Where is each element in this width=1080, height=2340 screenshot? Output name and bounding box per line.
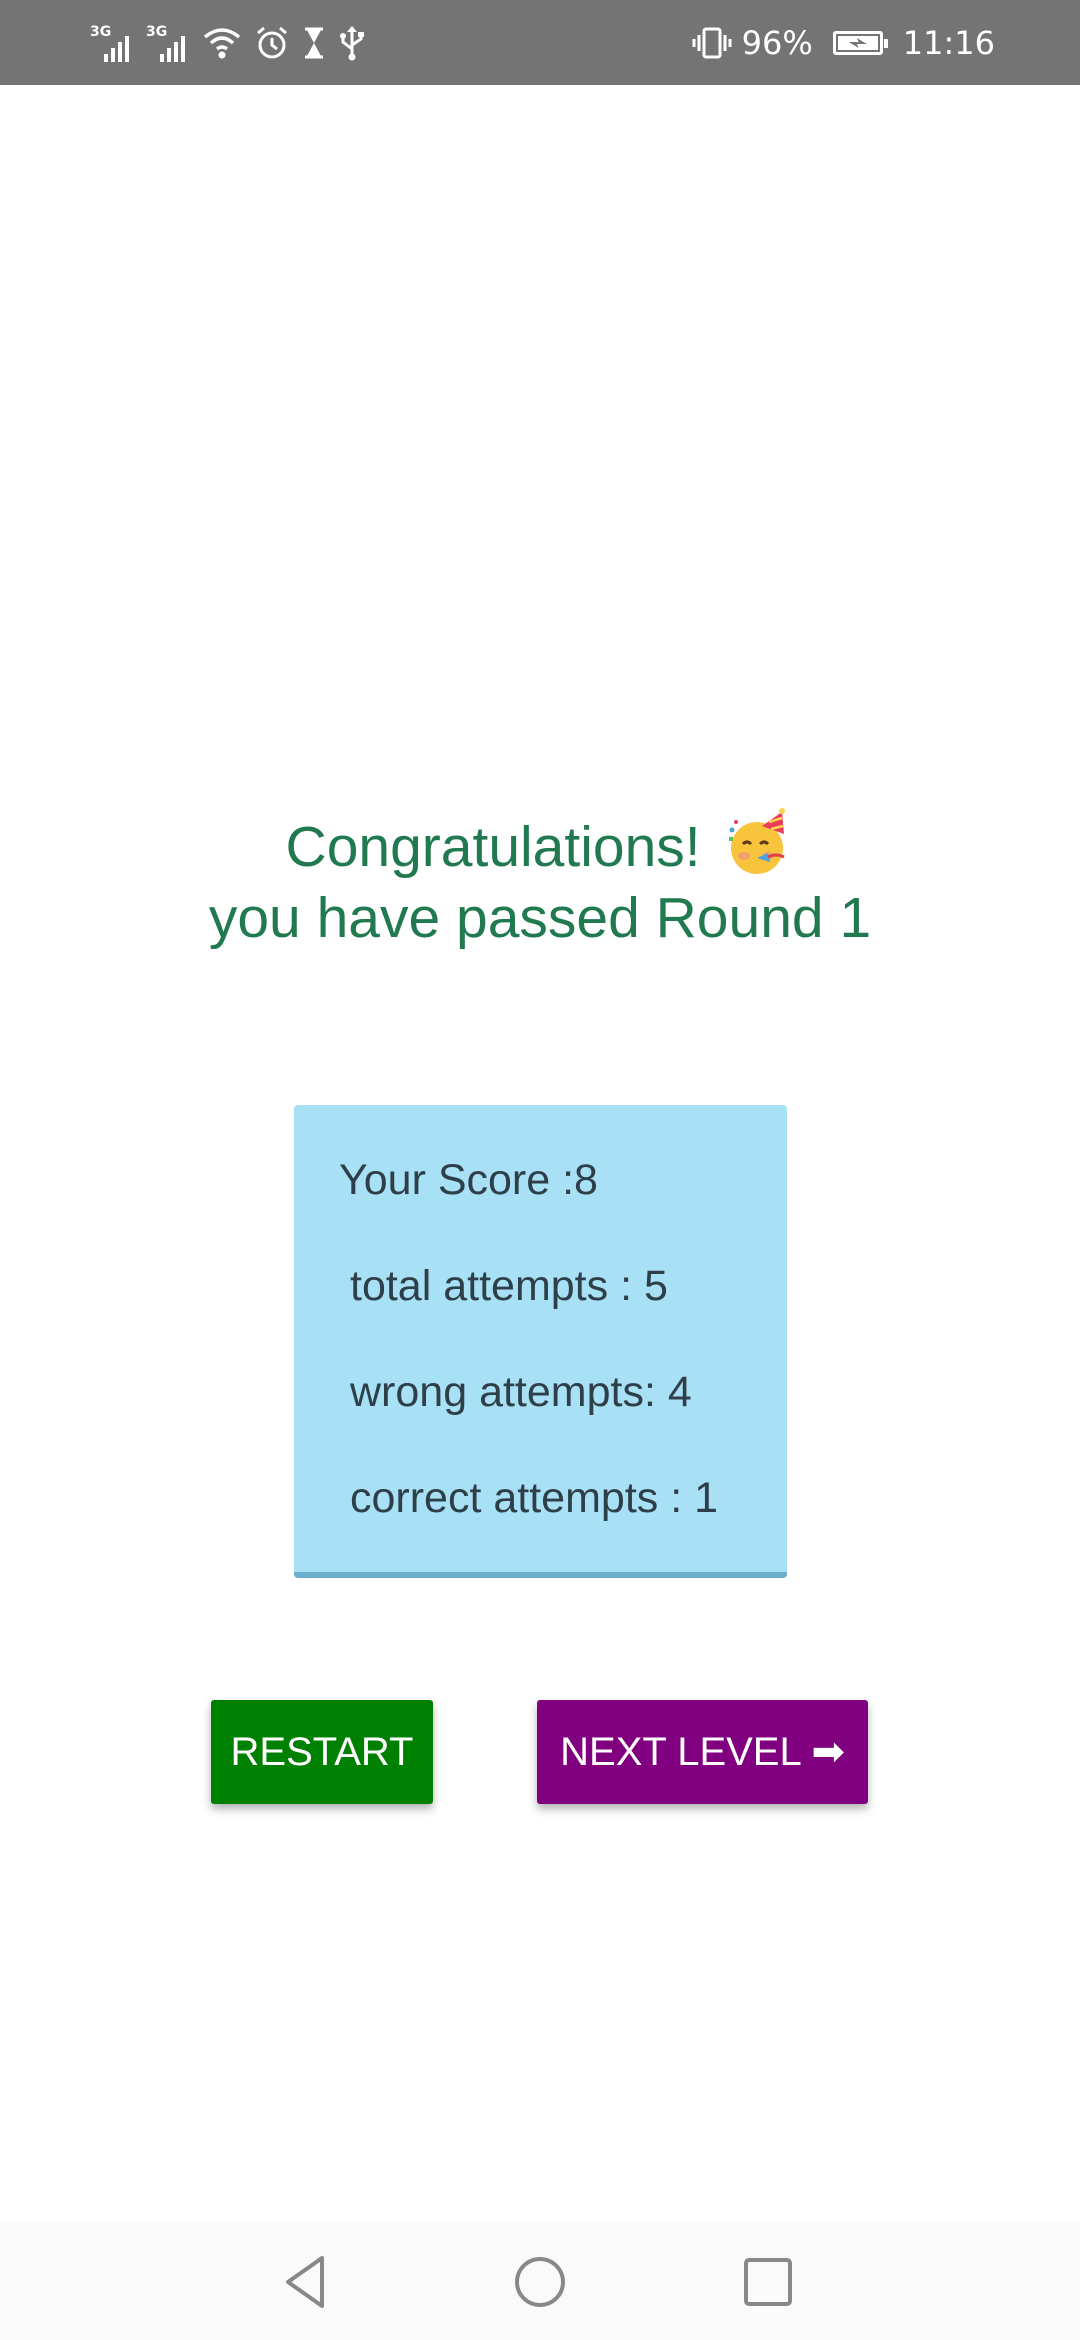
navigation-bar: [0, 2223, 1080, 2340]
recents-icon[interactable]: [732, 2246, 804, 2318]
usb-icon: [340, 26, 364, 61]
back-icon[interactable]: [272, 2246, 344, 2318]
battery-percent: 96%: [741, 24, 813, 62]
correct-attempts-text: correct attempts : 1: [350, 1474, 719, 1522]
restart-button[interactable]: RESTART: [211, 1700, 433, 1804]
status-bar: 3G 3G 96% 11:16: [0, 0, 1080, 85]
congrats-line-1: Congratulations!: [0, 808, 1080, 883]
congrats-message: Congratulations! you have passed Round 1: [0, 808, 1080, 954]
battery-charging-icon: [832, 31, 888, 55]
status-right-icons: 96% 11:16: [692, 20, 995, 66]
alarm-icon: [257, 26, 287, 59]
score-card: Your Score :8 total attempts : 5 wrong a…: [294, 1105, 787, 1578]
congrats-round-passed: you have passed Round 1: [208, 886, 872, 950]
next-level-button[interactable]: NEXT LEVEL ➡: [537, 1700, 868, 1804]
wrong-attempts-text: wrong attempts: 4: [350, 1368, 692, 1416]
hourglass-icon: [305, 27, 323, 59]
wifi-icon: [203, 28, 241, 59]
signal-sim2-icon: 3G: [146, 24, 190, 62]
total-attempts-text: total attempts : 5: [350, 1262, 668, 1310]
party-face-emoji: [729, 808, 786, 874]
clock: 11:16: [902, 24, 995, 62]
congrats-heading: Congratulations!: [285, 815, 701, 879]
vibrate-icon: [692, 27, 732, 59]
your-score-text: Your Score :8: [339, 1156, 598, 1204]
home-icon[interactable]: [504, 2246, 576, 2318]
signal-sim1-icon: 3G: [90, 24, 134, 62]
status-left-icons: 3G 3G: [90, 20, 366, 66]
